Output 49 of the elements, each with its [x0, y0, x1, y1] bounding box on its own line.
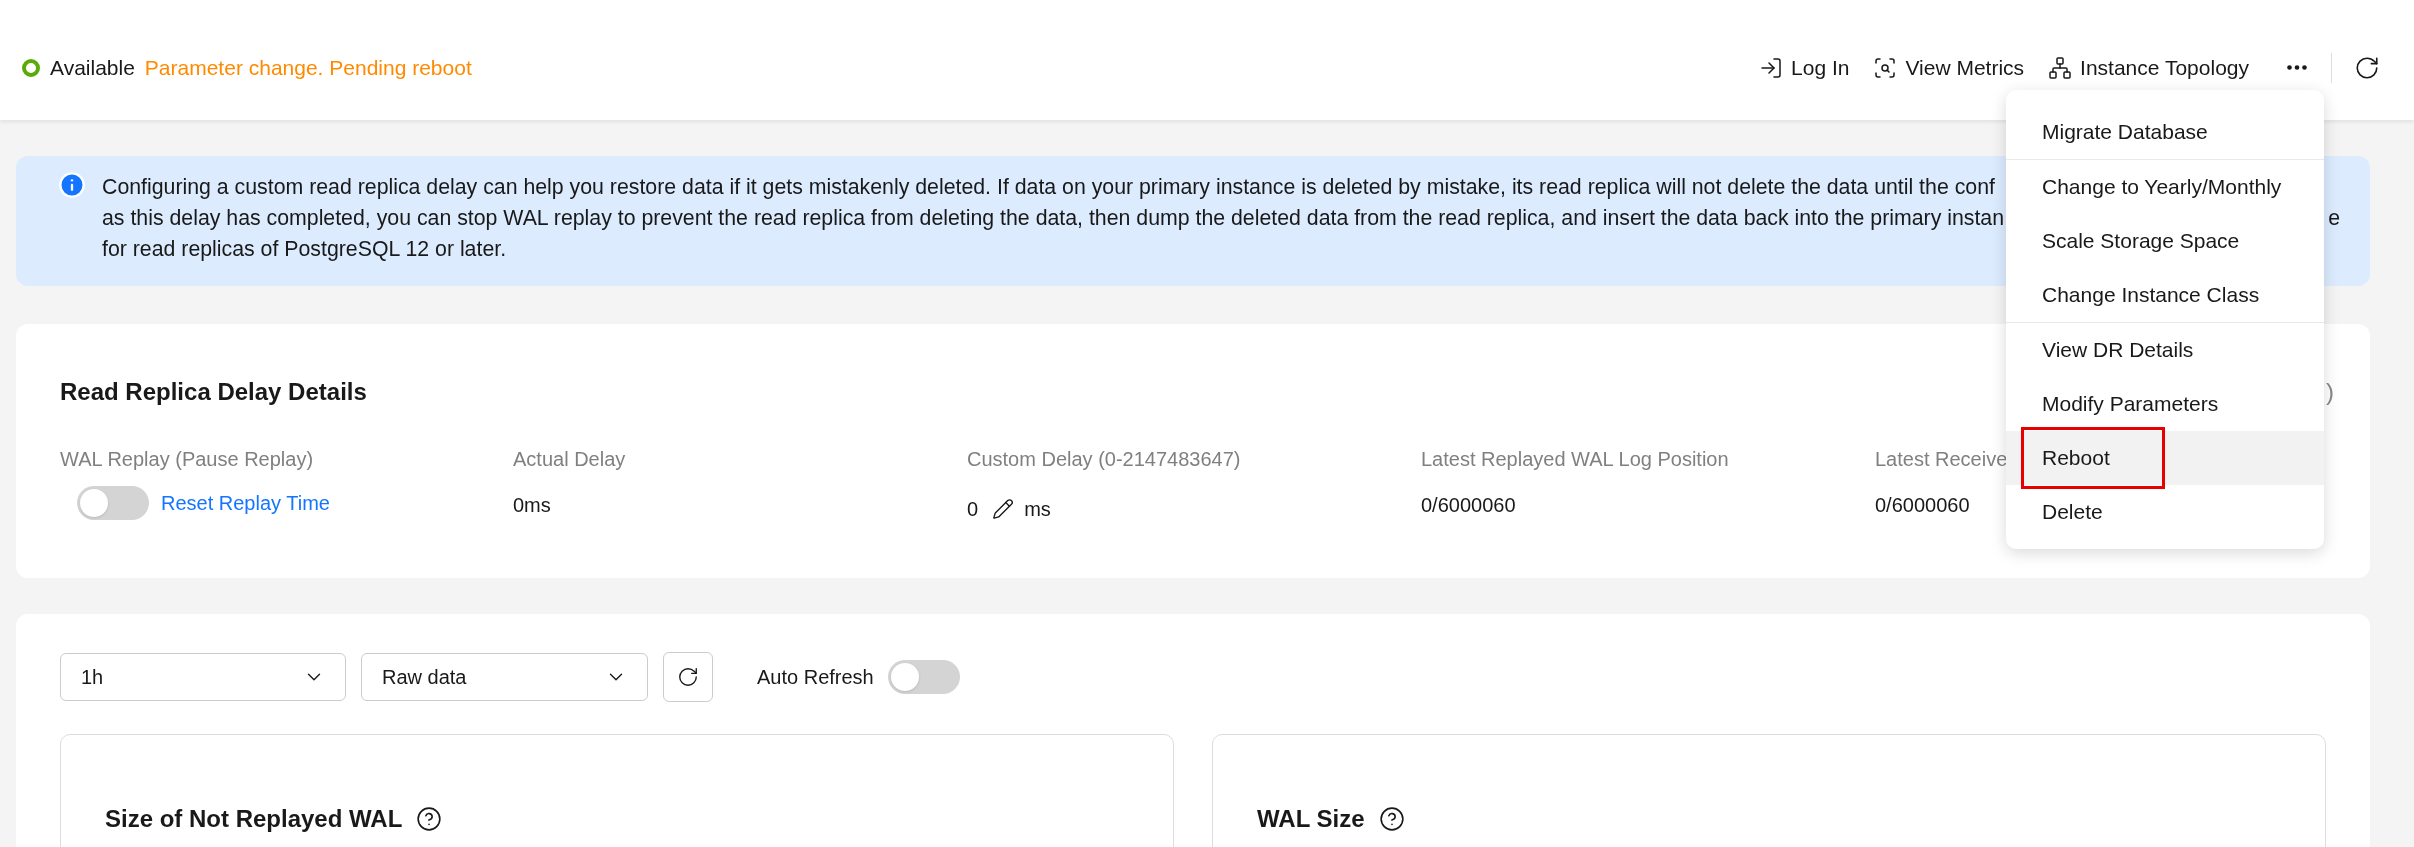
magnifier-icon: [1873, 55, 1898, 80]
field-label: WAL Replay (Pause Replay): [60, 447, 314, 472]
menu-item[interactable]: View DR Details: [2006, 323, 2324, 377]
menu-item[interactable]: Delete: [2006, 485, 2324, 539]
toolbar-link[interactable]: Instance Topology: [2048, 52, 2249, 84]
field-value: 0/6000060: [1875, 493, 1970, 518]
field-value: 0/6000060: [1421, 493, 1516, 518]
banner-text: for read replicas of PostgreSQL 12 or later.: [102, 236, 507, 263]
toolbar-link[interactable]: Log In: [1759, 52, 1850, 84]
mode-select[interactable]: Raw data: [361, 653, 648, 701]
banner-text: as this delay has completed, you can stop WAL replay to prevent the read replica from deleting the data, then dump the deleted data from the read replica, and insert the data back into the primary instan: [102, 205, 2005, 232]
field-value: 0ms: [513, 493, 551, 518]
refresh-icon: [2354, 54, 2380, 81]
field-value: 0: [967, 497, 979, 522]
menu-item[interactable]: Migrate Database: [2006, 105, 2324, 159]
field-label: Latest Receive: [1875, 447, 2008, 472]
ellipsis-icon: [2287, 65, 2307, 71]
reset-link[interactable]: Reset Replay Time: [161, 488, 330, 518]
refresh-icon: [677, 666, 699, 688]
refresh-button[interactable]: [2354, 54, 2380, 81]
toggle-switch[interactable]: [77, 486, 149, 520]
auto-refresh-label: Auto Refresh: [757, 665, 874, 690]
banner-text: e: [2328, 205, 2340, 232]
help-icon: [416, 806, 443, 832]
panel-title: WAL Size: [1257, 804, 1365, 834]
field-label: Custom Delay (0-2147483647): [967, 447, 1241, 472]
unit-label: ms: [1024, 497, 1051, 522]
info-icon: [58, 171, 86, 199]
card-title-fragment: ): [2326, 377, 2334, 407]
login-icon: [1759, 55, 1784, 80]
field-label: Actual Delay: [513, 447, 626, 472]
toggle-switch[interactable]: [887, 660, 960, 694]
edit-button[interactable]: [992, 498, 1015, 520]
help-icon: [1378, 806, 1405, 832]
status-label: Available: [50, 55, 135, 81]
field-label: Latest Replayed WAL Log Position: [1421, 447, 1729, 472]
status-note: Parameter change. Pending reboot: [144, 55, 472, 81]
menu-item[interactable]: Change Instance Class: [2006, 268, 2324, 322]
card-title: Read Replica Delay Details: [60, 377, 367, 407]
menu-item[interactable]: Modify Parameters: [2006, 377, 2324, 431]
network-icon: [2048, 55, 2073, 80]
panel-title: Size of Not Replayed WAL: [105, 804, 403, 834]
refresh-button[interactable]: [663, 652, 713, 702]
more-button[interactable]: [2287, 65, 2307, 71]
range-select[interactable]: 1h: [60, 653, 346, 701]
banner-text: Configuring a custom read replica delay can help you restore data if it gets mistakenly deleted. If data on your primary instance is deleted by mistake, its read replica will not delete the data until the conf: [102, 174, 1995, 201]
menu-item[interactable]: Change to Yearly/Monthly: [2006, 160, 2324, 214]
toolbar-link[interactable]: View Metrics: [1873, 52, 2025, 84]
menu-item[interactable]: Scale Storage Space: [2006, 214, 2324, 268]
